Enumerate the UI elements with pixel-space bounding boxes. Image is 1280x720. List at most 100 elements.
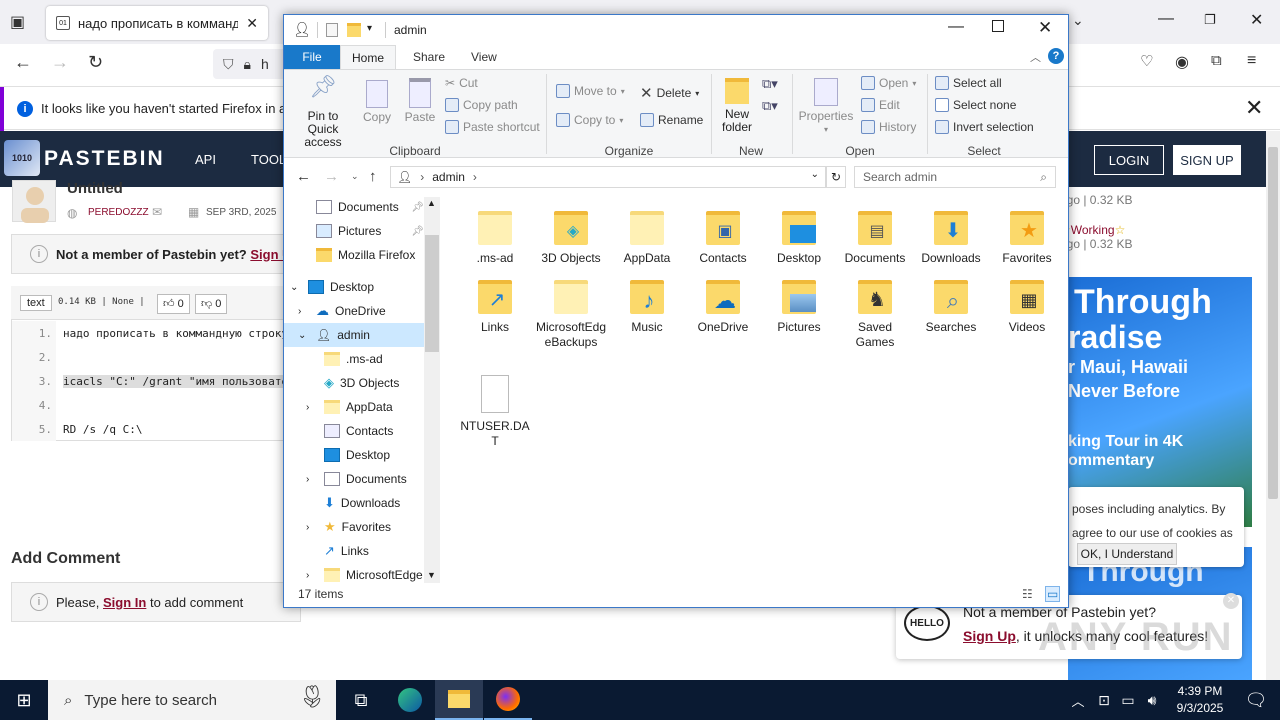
close-icon[interactable]: ✕ [1038,18,1052,38]
nav-tools[interactable]: TOOL [251,152,286,167]
address-bar[interactable]: 👤︎ › admin › ⌄ [390,166,826,188]
pin-icon[interactable]: 📌︎ [411,202,424,213]
file-item[interactable]: ★ Favorites [990,207,1064,266]
properties-button[interactable]: Properties ▾ [798,78,854,136]
minimize-icon[interactable]: — [948,18,964,36]
delete-button[interactable]: ✕ Delete ▾ [640,84,699,102]
up-icon[interactable]: ↑ [369,168,377,185]
new-folder-button[interactable]: New folder [716,78,758,134]
notifications-icon[interactable]: 🗨︎ [1232,680,1280,720]
mail-icon[interactable]: ✉ [152,205,162,219]
menu-hamburger-icon[interactable]: ≡ [1247,52,1256,70]
paste-author[interactable]: PEREDOZZZ [88,207,149,218]
explorer-title-bar[interactable]: 👤︎ ▾ admin — ✕ [284,15,1068,45]
syntax-badge[interactable]: text [20,295,52,311]
expanded-chevron-icon[interactable]: ⌄ [298,330,310,341]
collapsed-chevron-icon[interactable]: › [306,570,318,581]
edit-button[interactable]: Edit [861,98,900,112]
scroll-down-icon[interactable]: ▼ [427,570,436,580]
network-icon[interactable]: ▭ [1116,680,1140,720]
network-status-icon[interactable]: ⊡ [1092,680,1116,720]
file-item[interactable]: ↗ Links [458,276,532,335]
back-icon[interactable]: ← [14,52,32,73]
extensions-icon[interactable]: ⧉ [1211,52,1222,69]
recent-paste-title[interactable]: Working [1071,223,1115,237]
tree-scrollbar-thumb[interactable] [425,235,439,352]
tree-item-desktop-user[interactable]: Desktop [284,443,424,467]
file-item[interactable]: NTUSER.DAT [458,375,532,449]
tracking-shield-icon[interactable]: ⛉ [223,56,234,73]
tab-file[interactable]: File [284,45,340,69]
easy-access-icon[interactable]: ⧉▾ [762,98,778,114]
file-item[interactable]: ▤ Documents [838,207,912,266]
collapsed-chevron-icon[interactable]: › [306,522,318,533]
lock-icon[interactable]: 🔒︎ [244,56,251,73]
edge-icon[interactable] [386,680,434,720]
history-button[interactable]: History [861,120,916,134]
recent-locations-icon[interactable]: ⌄ [351,171,359,182]
move-to-button[interactable]: Move to ▾ [556,84,625,98]
task-view-icon[interactable]: ⧉ [337,680,385,720]
taskbar-search[interactable]: ⌕ Type here to search 🌷︎ [48,680,336,720]
like-button[interactable]: 👍︎ 0 [157,294,190,314]
toast-signup-link[interactable]: Sign Up [963,628,1016,644]
file-item[interactable]: ▦ Videos [990,276,1064,335]
tab-view[interactable]: View [471,50,497,64]
file-explorer-taskbar-icon[interactable] [435,680,483,720]
search-input[interactable]: Search admin [863,170,937,184]
pin-icon[interactable]: 📌︎ [411,226,424,237]
scroll-up-icon[interactable]: ▲ [427,198,436,208]
refresh-icon[interactable]: ↻ [826,166,846,188]
details-view-icon[interactable]: ☷ [1022,587,1033,601]
tree-item-microsoftedge[interactable]: › MicrosoftEdge [284,563,424,585]
copy-to-button[interactable]: Copy to ▾ [556,113,623,127]
address-dropdown-icon[interactable]: ⌄ [811,169,819,180]
nav-api[interactable]: API [195,152,216,167]
recent-paste-item[interactable]: ★Working☆ ago | 0.32 KB [1060,223,1250,251]
forward-icon[interactable]: → [324,168,339,185]
tab-home[interactable]: Home [340,45,396,70]
browser-restore-icon[interactable]: ❐ [1204,12,1216,28]
file-item[interactable]: ☁ OneDrive [686,276,760,335]
rename-button[interactable]: Rename [640,113,703,127]
maximize-icon[interactable] [992,20,1004,32]
collapsed-chevron-icon[interactable]: › [306,474,318,485]
tree-item-ms-ad[interactable]: .ms-ad [284,347,424,371]
collapsed-chevron-icon[interactable]: › [298,306,310,317]
tab-share[interactable]: Share [413,50,445,64]
tree-item-contacts[interactable]: Contacts [284,419,424,443]
search-box[interactable]: Search admin ⌕ [854,166,1056,188]
select-none-button[interactable]: Select none [935,98,1016,112]
qat-dropdown-icon[interactable]: ▾ [367,23,372,34]
pastebin-logo-icon[interactable]: 1010 [4,140,40,176]
tree-item-3d-objects[interactable]: ◈ 3D Objects [284,371,424,395]
clock[interactable]: 4:39 PM 9/3/2025 [1172,683,1228,717]
file-item[interactable]: ⬇ Downloads [914,207,988,266]
tree-item-favorites[interactable]: › ★ Favorites [284,515,424,539]
file-item[interactable]: AppData [610,207,684,266]
select-all-button[interactable]: Select all [935,76,1002,90]
tree-item-appdata[interactable]: › AppData [284,395,424,419]
new-folder-qat-icon[interactable] [347,23,361,37]
url-bar[interactable]: ⛉ 🔒︎ h [213,49,293,79]
login-button[interactable]: LOGIN [1094,145,1164,175]
cookie-accept-button[interactable]: OK, I Understand [1077,543,1177,565]
firefox-tab-active[interactable]: 01 надо прописать в коммандную ✕ [46,6,268,40]
invert-selection-button[interactable]: Invert selection [935,120,1034,134]
breadcrumb-admin[interactable]: admin [432,170,465,184]
browser-close-icon[interactable]: ✕ [1250,10,1263,30]
volume-icon[interactable]: 🔊︎ [1140,680,1164,720]
tree-item-admin[interactable]: ⌄ 👤︎ admin [284,323,424,347]
expanded-chevron-icon[interactable]: ⌄ [290,282,302,293]
page-scrollbar[interactable] [1266,131,1280,680]
tree-item-pictures-pinned[interactable]: Pictures 📌︎ [284,219,424,243]
file-item[interactable]: Pictures [762,276,836,335]
recent-paste-item[interactable]: ago | 0.32 KB [1060,193,1250,223]
tab-overflow-chevron-icon[interactable]: ⌄ [1072,12,1084,29]
file-item[interactable]: ♪ Music [610,276,684,335]
tree-item-downloads[interactable]: ⬇ Downloads [284,491,424,515]
paste-button[interactable]: Paste [402,78,438,124]
pocket-icon[interactable]: ♡ [1140,52,1153,70]
properties-qat-icon[interactable] [326,23,338,37]
page-scrollbar-thumb[interactable] [1268,147,1278,499]
